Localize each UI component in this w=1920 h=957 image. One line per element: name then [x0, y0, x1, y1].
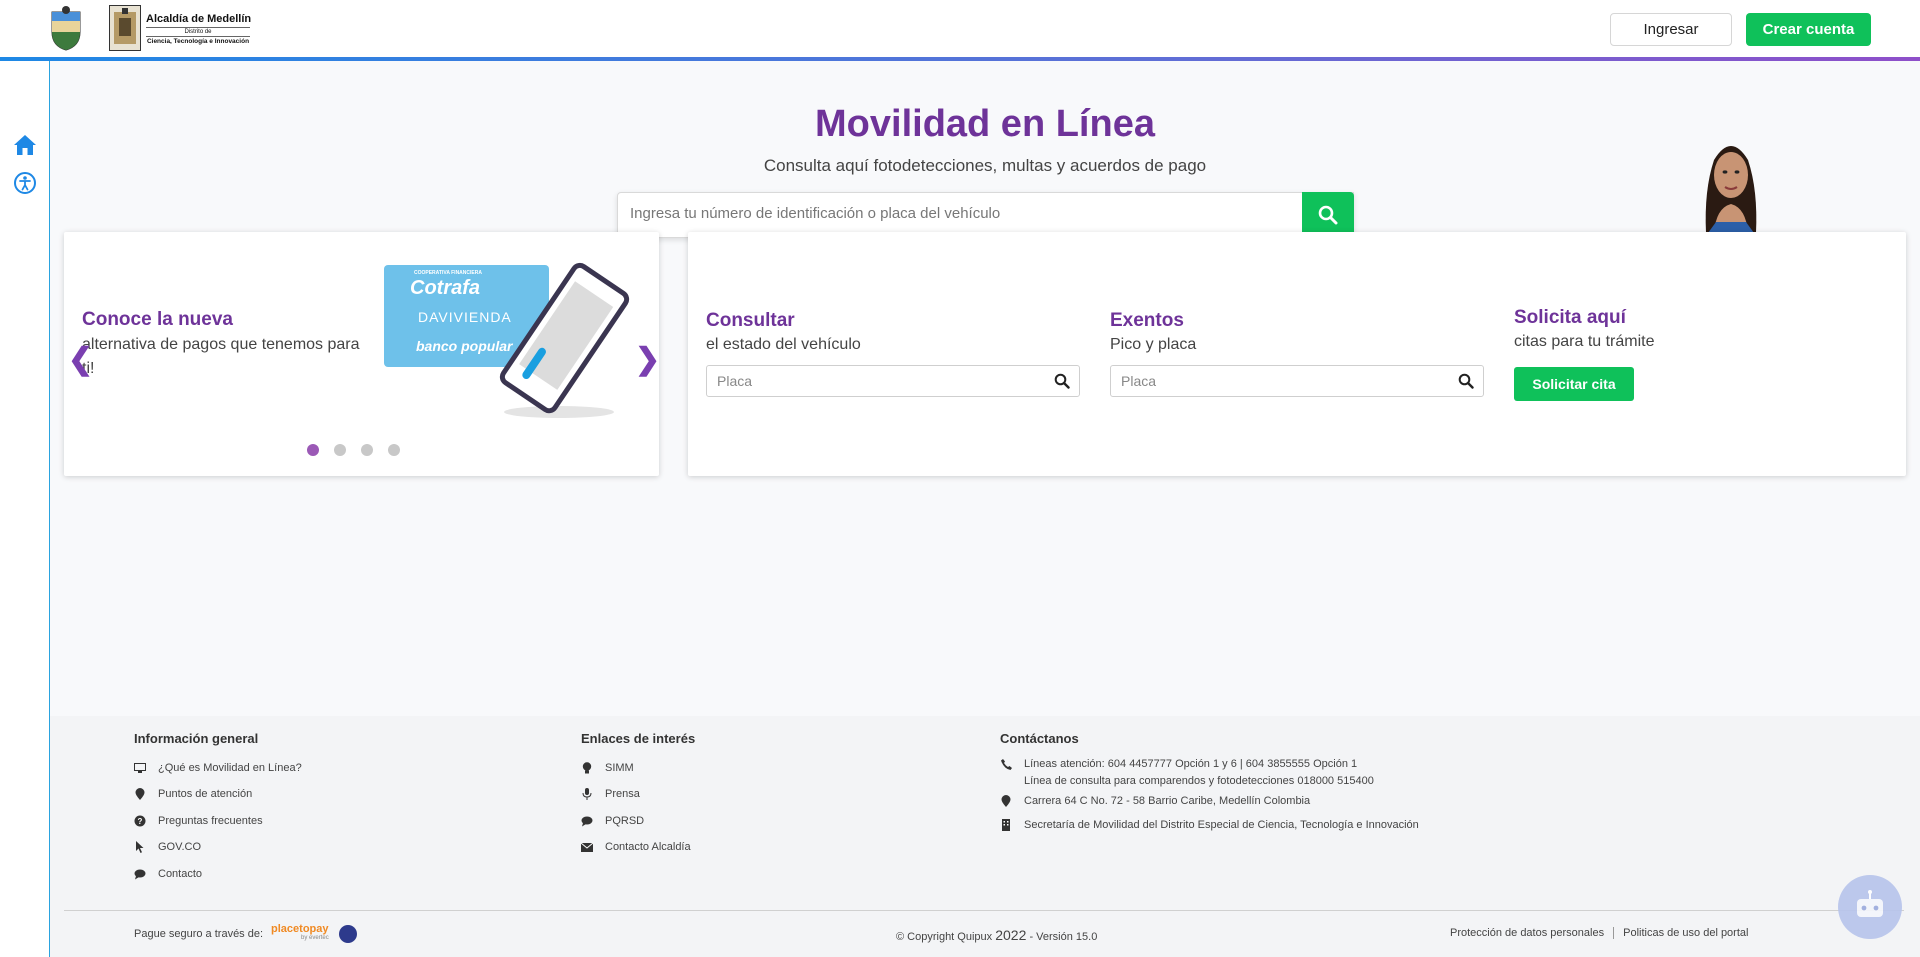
envelope-icon [581, 841, 593, 853]
cotrafa-caption: COOPERATIVA FINANCIERA [414, 270, 482, 276]
footer-link-que-es[interactable]: ¿Qué es Movilidad en Línea? [134, 762, 302, 774]
login-button[interactable]: Ingresar [1610, 13, 1732, 46]
footer-payment-info: Pague seguro a través de: placetopay by … [134, 923, 357, 943]
home-icon[interactable] [12, 132, 38, 158]
main-search-input[interactable] [630, 205, 1310, 222]
chat-bubble-icon [134, 868, 146, 880]
footer-contact-address: Carrera 64 C No. 72 - 58 Barrio Caribe, … [1000, 795, 1310, 807]
consultar-title: Consultar [706, 310, 795, 331]
robot-icon [1857, 890, 1883, 917]
create-account-button[interactable]: Crear cuenta [1746, 13, 1871, 46]
footer-link-puntos[interactable]: Puntos de atención [134, 788, 252, 800]
policies-link[interactable]: Politicas de uso del portal [1623, 927, 1748, 939]
footer-link-prensa[interactable]: Prensa [581, 788, 640, 800]
search-icon[interactable] [1458, 373, 1474, 389]
carousel-next-arrow[interactable]: ❯ [635, 342, 660, 377]
phone-icon [1000, 758, 1012, 770]
bank-cotrafa: Cotrafa [410, 277, 481, 299]
exentos-subtitle: Pico y placa [1110, 336, 1197, 353]
accessibility-icon[interactable] [12, 170, 38, 196]
payment-carousel-card: Conoce la nueva alternativa de pagos que… [64, 232, 660, 476]
pse-logo [338, 925, 357, 943]
carousel-dot-1[interactable] [307, 444, 319, 456]
footer-legal-links: Protección de datos personales Politicas… [1450, 927, 1748, 939]
header-gradient-divider [0, 57, 1920, 61]
page-title: Movilidad en Línea [815, 103, 1155, 145]
footer-link-simm[interactable]: SIMM [581, 762, 634, 774]
cita-title: Solicita aquí [1514, 307, 1626, 328]
footer-info-heading: Información general [134, 731, 259, 746]
footer-contact-heading: Contáctanos [1000, 731, 1079, 746]
map-pin-icon [134, 788, 146, 800]
chat-bubble-icon [581, 815, 593, 827]
building-icon [1000, 819, 1012, 831]
request-appointment-button[interactable]: Solicitar cita [1514, 367, 1634, 401]
privacy-link[interactable]: Protección de datos personales [1450, 927, 1604, 939]
consultar-plate-field [706, 365, 1080, 397]
map-pin-icon [1000, 795, 1012, 807]
contact-phone-lines: Líneas atención: 604 4457777 Opción 1 y … [1024, 758, 1358, 770]
carousel-dot-4[interactable] [388, 444, 400, 456]
pay-secure-label: Pague seguro a través de: [134, 928, 264, 940]
footer-link-contacto[interactable]: Contacto [134, 868, 202, 880]
page-subtitle: Consulta aquí fotodetecciones, multas y … [763, 156, 1207, 175]
carousel-prev-arrow[interactable]: ❮ [68, 342, 93, 377]
top-header: Alcaldía de Medellín Distrito de Ciencia… [0, 0, 1920, 58]
services-card: Consultar el estado del vehículo Exentos… [688, 232, 1906, 476]
chatbot-launcher[interactable] [1838, 875, 1902, 939]
footer-copyright: © Copyright Quipux 2022 - Versión 15.0 [896, 927, 1098, 943]
carousel-slide-title: Conoce la nueva [82, 309, 233, 330]
placetopay-logo: placetopay by evertec [271, 923, 329, 942]
assistant-woman-image [1686, 130, 1776, 233]
microphone-icon [581, 788, 593, 800]
lightbulb-icon [581, 762, 593, 774]
medellin-shield-logo [109, 5, 141, 51]
left-sidebar [0, 61, 50, 957]
phone-illustration [499, 262, 630, 418]
cita-subtitle: citas para tu trámite [1514, 333, 1655, 350]
question-circle-icon: ? [134, 815, 146, 827]
consultar-plate-input[interactable] [717, 373, 1037, 389]
cursor-pointer-icon [134, 841, 146, 853]
footer-contact-phones: Líneas atención: 604 4457777 Opción 1 y … [1000, 756, 1374, 790]
colombia-crest-logo [51, 6, 81, 51]
monitor-icon [134, 762, 146, 774]
carousel-slide-text: alternativa de pagos que tenemos para ti… [82, 336, 360, 377]
carousel-dot-2[interactable] [334, 444, 346, 456]
footer-link-govco[interactable]: GOV.CO [134, 841, 201, 853]
exentos-title: Exentos [1110, 310, 1184, 331]
svg-text:?: ? [138, 817, 143, 826]
footer-link-preguntas[interactable]: ? Preguntas frecuentes [134, 815, 263, 827]
footer-divider [64, 910, 1904, 911]
exentos-plate-input[interactable] [1121, 373, 1441, 389]
carousel-dot-3[interactable] [361, 444, 373, 456]
alcaldia-logo-text: Alcaldía de Medellín Distrito de Ciencia… [146, 13, 252, 45]
legal-separator [1613, 927, 1615, 939]
search-icon [1318, 205, 1338, 225]
carousel-indicators [307, 444, 400, 456]
footer-link-pqrsd[interactable]: PQRSD [581, 815, 644, 827]
consultar-subtitle: el estado del vehículo [706, 336, 861, 353]
footer-link-contacto-alcaldia[interactable]: Contacto Alcaldía [581, 841, 691, 853]
search-icon[interactable] [1054, 373, 1070, 389]
exentos-plate-field [1110, 365, 1484, 397]
footer-contact-secretaria: Secretaría de Movilidad del Distrito Esp… [1000, 819, 1419, 831]
contact-consult-line: Línea de consulta para comparendos y fot… [1024, 775, 1374, 787]
footer-links-heading: Enlaces de interés [581, 731, 696, 746]
page-footer: Información general ¿Qué es Movilidad en… [50, 716, 1920, 957]
